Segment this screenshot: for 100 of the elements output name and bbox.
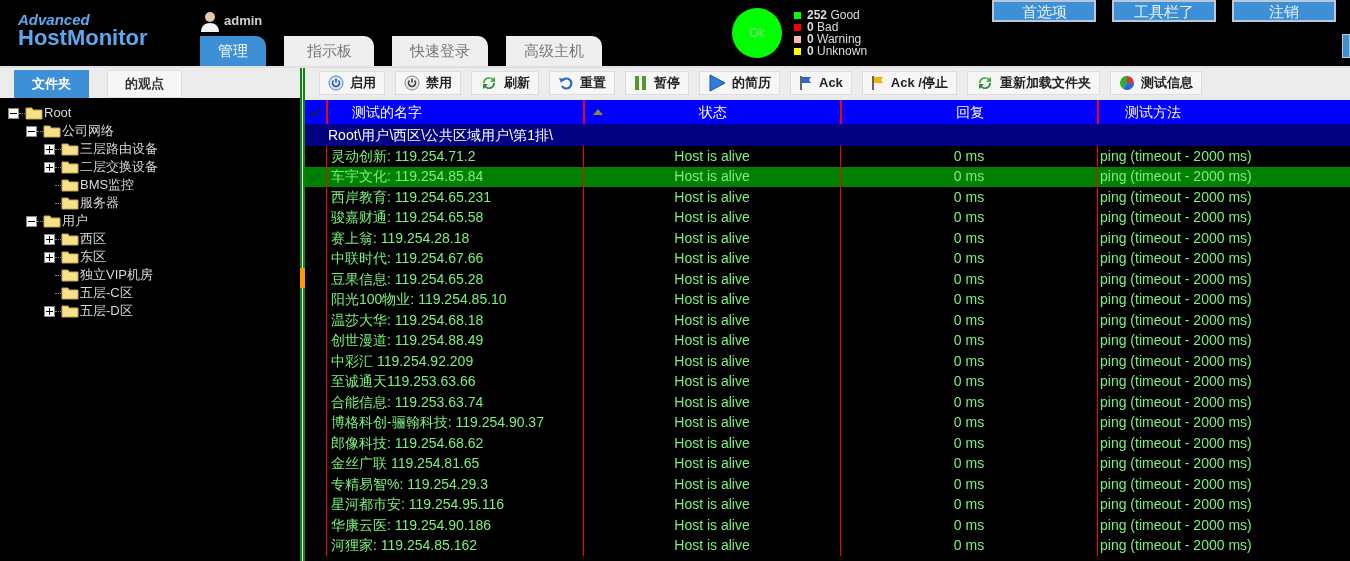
power-icon xyxy=(404,75,420,91)
table-cell: Host is alive xyxy=(583,535,840,556)
folder-icon xyxy=(61,160,79,174)
toolbar-button[interactable]: Ack /停止 xyxy=(861,71,957,95)
table-cell: ping (timeout - 2000 ms) xyxy=(1097,474,1350,495)
folder-icon xyxy=(61,250,79,264)
tree-item[interactable]: Root xyxy=(44,103,72,123)
tree-item[interactable]: 五层-D区 xyxy=(80,301,133,321)
table-cell: 豆果信息: 119.254.65.28 xyxy=(326,269,583,290)
status-count: 0 Unknown xyxy=(807,45,868,57)
folder-icon xyxy=(61,232,79,246)
sort-arrow-icon xyxy=(593,109,603,115)
pie-chart-icon xyxy=(1118,75,1135,91)
tree-item[interactable]: 东区 xyxy=(80,247,106,267)
expand-toggle[interactable] xyxy=(44,143,55,155)
table-cell: 0 ms xyxy=(840,535,1097,556)
table-cell: 河狸家: 119.254.85.162 xyxy=(326,535,583,556)
status-count: 0 Bad xyxy=(807,21,839,33)
table-cell: 西岸教育: 119.254.65.231 xyxy=(326,187,583,208)
table-cell: 0 ms xyxy=(840,146,1097,167)
tree-item[interactable]: 五层-C区 xyxy=(80,283,133,303)
table-cell: 合能信息: 119.253.63.74 xyxy=(326,392,583,413)
toolbar-button[interactable]: 测试信息 xyxy=(1109,71,1202,95)
toolbar-button[interactable]: 禁用 xyxy=(395,71,461,95)
splitter-handle[interactable] xyxy=(300,268,305,288)
table-cell: ping (timeout - 2000 ms) xyxy=(1097,433,1350,454)
toolbar-button[interactable]: Ack xyxy=(790,71,852,95)
nav-tab[interactable]: 快速登录 xyxy=(392,36,488,66)
flag-icon xyxy=(870,75,885,91)
pause-icon xyxy=(634,75,648,91)
toolbar-button[interactable]: 启用 xyxy=(319,71,385,95)
table-cell: Host is alive xyxy=(583,433,840,454)
tree-item[interactable]: 用户 xyxy=(62,211,88,231)
tree-item[interactable]: 三层路由设备 xyxy=(80,139,158,159)
tree-item[interactable]: 独立VIP机房 xyxy=(80,265,153,285)
table-row[interactable]: 车宇文化: 119.254.85.84 Host is alive 0 ms ping (timeout - 2000 ms) xyxy=(305,166,1350,187)
expand-toggle[interactable] xyxy=(44,251,55,263)
table-cell: 0 ms xyxy=(840,269,1097,290)
collapse-toggle[interactable] xyxy=(26,125,37,137)
reset-icon xyxy=(558,75,574,91)
table-cell: 0 ms xyxy=(840,515,1097,536)
table-cell: Host is alive xyxy=(583,351,840,372)
table-cell: Host is alive xyxy=(583,392,840,413)
table-cell: Host is alive xyxy=(583,146,840,167)
user-name: admin xyxy=(224,12,263,31)
table-cell: 0 ms xyxy=(840,187,1097,208)
panel-tab[interactable]: 的观点 xyxy=(107,70,182,98)
expand-toggle[interactable] xyxy=(44,233,55,245)
table-cell: ping (timeout - 2000 ms) xyxy=(1097,351,1350,372)
collapse-toggle[interactable] xyxy=(8,107,19,119)
folder-icon xyxy=(61,178,79,192)
tree-item[interactable]: 服务器 xyxy=(80,193,119,213)
status-light: Ok xyxy=(732,8,782,58)
folder-icon xyxy=(61,304,79,318)
table-cell: ping (timeout - 2000 ms) xyxy=(1097,515,1350,536)
table-cell: 0 ms xyxy=(840,433,1097,454)
table-cell: 华康云医: 119.254.90.186 xyxy=(326,515,583,536)
folder-icon xyxy=(25,106,43,120)
table-cell: Host is alive xyxy=(583,228,840,249)
nav-tab[interactable]: 高级主机 xyxy=(506,36,602,66)
table-cell: 专精易智%: 119.254.29.3 xyxy=(326,474,583,495)
expand-toggle[interactable] xyxy=(44,305,55,317)
table-cell: ping (timeout - 2000 ms) xyxy=(1097,392,1350,413)
table-cell: Host is alive xyxy=(583,474,840,495)
folder-icon xyxy=(61,196,79,210)
table-cell: 赛上翁: 119.254.28.18 xyxy=(326,228,583,249)
flag-icon xyxy=(799,75,813,91)
toolbar-button[interactable]: 暂停 xyxy=(625,71,689,95)
collapse-toggle[interactable] xyxy=(26,215,37,227)
table-cell: 中彩汇 119.254.92.209 xyxy=(326,351,583,372)
table-cell: Host is alive xyxy=(583,515,840,536)
table-cell: 0 ms xyxy=(840,474,1097,495)
refresh-icon xyxy=(480,74,498,92)
tree-item[interactable]: 西区 xyxy=(80,229,106,249)
table-cell: ping (timeout - 2000 ms) xyxy=(1097,228,1350,249)
table-cell: 郎像科技: 119.254.68.62 xyxy=(326,433,583,454)
table-cell: ping (timeout - 2000 ms) xyxy=(1097,269,1350,290)
table-cell: ping (timeout - 2000 ms) xyxy=(1097,535,1350,556)
toolbar-button[interactable]: 的简历 xyxy=(699,71,780,95)
toolbar-button[interactable]: 重新加载文件夹 xyxy=(966,71,1100,95)
logo-title: HostMonitor xyxy=(18,27,149,49)
toolbar-button[interactable]: 重置 xyxy=(549,71,615,95)
tree-item[interactable]: 二层交换设备 xyxy=(80,157,158,177)
check-icon xyxy=(309,106,322,118)
tree-item[interactable]: 公司网络 xyxy=(62,121,114,141)
table-cell: 温莎大华: 119.254.68.18 xyxy=(326,310,583,331)
table-cell: Host is alive xyxy=(583,310,840,331)
user-icon xyxy=(200,10,220,32)
check-icon xyxy=(309,170,322,183)
status-count: 252 Good xyxy=(807,9,860,21)
nav-tab[interactable]: 指示板 xyxy=(284,36,374,66)
toolbar-button[interactable]: 刷新 xyxy=(471,71,539,95)
folder-icon xyxy=(61,268,79,282)
table-cell: 0 ms xyxy=(840,310,1097,331)
play-icon xyxy=(708,74,726,92)
tree-item[interactable]: BMS监控 xyxy=(80,175,135,195)
folder-icon xyxy=(61,142,79,156)
table-cell: Host is alive xyxy=(583,269,840,290)
folder-icon xyxy=(43,214,61,228)
expand-toggle[interactable] xyxy=(44,161,55,173)
